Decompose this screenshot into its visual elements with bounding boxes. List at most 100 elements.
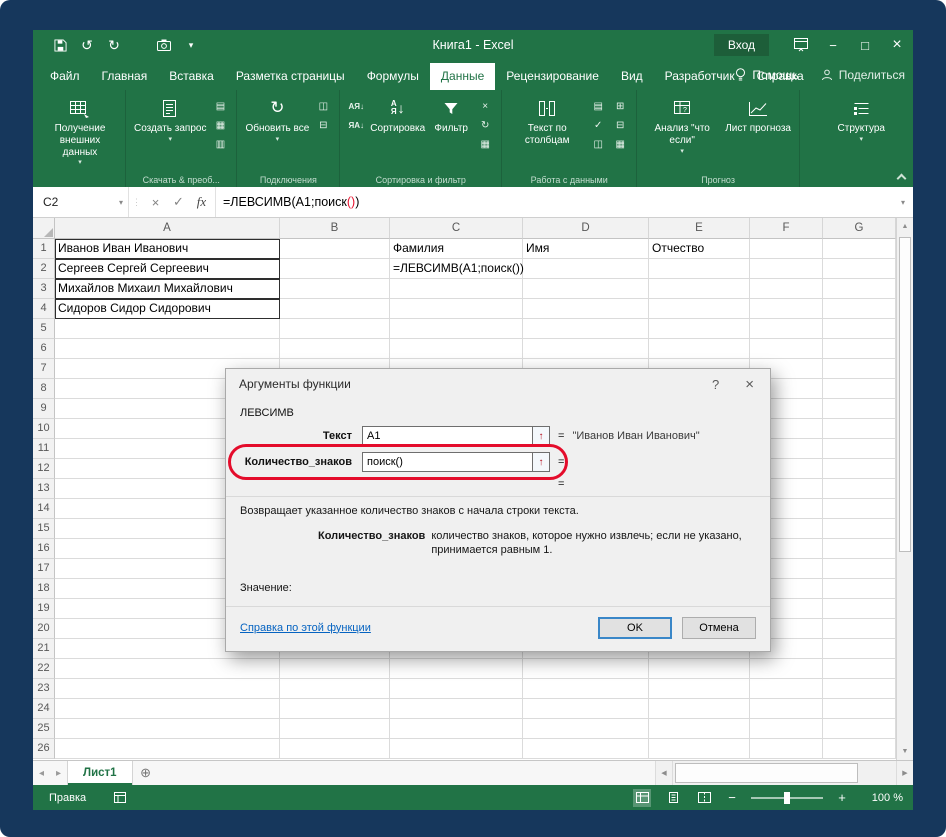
cell-F4[interactable] (750, 299, 823, 319)
insert-function-button[interactable]: fx (190, 194, 213, 210)
formula-input[interactable]: =ЛЕВСИМВ(A1;поиск()) (216, 187, 893, 217)
get-external-data-button[interactable]: Получение внешних данных ▾ (40, 93, 120, 168)
tab-data[interactable]: Данные (429, 63, 496, 90)
cell-C3[interactable] (390, 279, 523, 299)
zoom-in-button[interactable]: + (836, 790, 848, 805)
cell-A3[interactable]: Михайлов Михаил Михайлович (55, 279, 280, 299)
row-header-21[interactable]: 21 (33, 639, 55, 659)
row-header-19[interactable]: 19 (33, 599, 55, 619)
filter-button[interactable]: Фильтр (428, 93, 474, 135)
cell-G21[interactable] (823, 639, 896, 659)
sort-az-button[interactable]: АЯ↓ (347, 99, 365, 114)
text-to-columns-button[interactable]: Текст по столбцам (507, 93, 587, 147)
column-header-G[interactable]: G (823, 218, 896, 239)
sort-button[interactable]: АЯ ↓ Сортировка (367, 93, 428, 135)
row-header-24[interactable]: 24 (33, 699, 55, 719)
cell-G10[interactable] (823, 419, 896, 439)
num-chars-field-input[interactable] (362, 452, 550, 472)
show-queries-button[interactable]: ▤ (211, 99, 229, 114)
cell-A5[interactable] (55, 319, 280, 339)
cell-A24[interactable] (55, 699, 280, 719)
row-header-15[interactable]: 15 (33, 519, 55, 539)
cell-B2[interactable] (280, 259, 390, 279)
tab-view[interactable]: Вид (610, 63, 654, 90)
row-header-13[interactable]: 13 (33, 479, 55, 499)
cell-G4[interactable] (823, 299, 896, 319)
cell-E5[interactable] (649, 319, 750, 339)
scroll-left-button[interactable]: ◀ (655, 761, 672, 785)
cell-A6[interactable] (55, 339, 280, 359)
vertical-scroll-track[interactable] (897, 235, 913, 743)
text-field-input[interactable] (362, 426, 550, 446)
cell-G23[interactable] (823, 679, 896, 699)
function-help-link[interactable]: Справка по этой функции (240, 622, 371, 634)
column-header-F[interactable]: F (750, 218, 823, 239)
cell-C5[interactable] (390, 319, 523, 339)
minimize-button[interactable]: − (817, 30, 849, 60)
cell-E25[interactable] (649, 719, 750, 739)
cell-G17[interactable] (823, 559, 896, 579)
cell-C1[interactable]: Фамилия (390, 239, 523, 259)
redo-button[interactable]: ↻ (107, 37, 121, 53)
cell-G13[interactable] (823, 479, 896, 499)
cell-B25[interactable] (280, 719, 390, 739)
page-layout-view-button[interactable] (664, 789, 682, 807)
row-header-5[interactable]: 5 (33, 319, 55, 339)
horizontal-scrollbar[interactable]: ◀ ▶ (655, 761, 913, 785)
cell-G19[interactable] (823, 599, 896, 619)
cell-F1[interactable] (750, 239, 823, 259)
row-header-12[interactable]: 12 (33, 459, 55, 479)
vertical-scroll-thumb[interactable] (899, 237, 911, 552)
zoom-out-button[interactable]: − (726, 790, 738, 805)
cell-C26[interactable] (390, 739, 523, 759)
row-header-14[interactable]: 14 (33, 499, 55, 519)
ok-button[interactable]: OK (598, 616, 672, 639)
previous-sheet-button[interactable]: ◂ (33, 761, 50, 785)
cell-G12[interactable] (823, 459, 896, 479)
advanced-filter-button[interactable]: ▦ (476, 137, 494, 152)
name-box-caret-icon[interactable]: ▾ (119, 198, 123, 207)
cell-B22[interactable] (280, 659, 390, 679)
refresh-all-button[interactable]: ↻ Обновить все ▾ (242, 93, 312, 144)
cell-E2[interactable] (649, 259, 750, 279)
tab-page-layout[interactable]: Разметка страницы (225, 63, 356, 90)
tab-review[interactable]: Рецензирование (495, 63, 610, 90)
qat-customize-button[interactable]: ▾ (184, 37, 198, 53)
cell-G22[interactable] (823, 659, 896, 679)
row-header-2[interactable]: 2 (33, 259, 55, 279)
cell-A4[interactable]: Сидоров Сидор Сидорович (55, 299, 280, 319)
cell-G2[interactable] (823, 259, 896, 279)
cell-D26[interactable] (523, 739, 649, 759)
page-break-view-button[interactable] (695, 789, 713, 807)
row-header-7[interactable]: 7 (33, 359, 55, 379)
maximize-button[interactable]: □ (849, 30, 881, 60)
cell-D4[interactable] (523, 299, 649, 319)
cell-G26[interactable] (823, 739, 896, 759)
horizontal-scroll-track[interactable] (672, 761, 896, 785)
remove-duplicates-button[interactable]: ✓ (589, 118, 607, 133)
cell-E4[interactable] (649, 299, 750, 319)
macro-record-button[interactable] (114, 792, 127, 803)
cell-E6[interactable] (649, 339, 750, 359)
cell-G18[interactable] (823, 579, 896, 599)
cell-C22[interactable] (390, 659, 523, 679)
cell-C24[interactable] (390, 699, 523, 719)
camera-button[interactable] (157, 37, 171, 53)
cell-F6[interactable] (750, 339, 823, 359)
recent-sources-button[interactable]: ▥ (211, 137, 229, 152)
cell-D24[interactable] (523, 699, 649, 719)
cell-C2[interactable]: =ЛЕВСИМВ(A1;поиск()) (390, 259, 524, 279)
formula-bar-grip[interactable]: ⋮ (129, 187, 144, 217)
relationships-button[interactable]: ⊟ (611, 118, 629, 133)
column-header-A[interactable]: A (55, 218, 280, 239)
row-header-1[interactable]: 1 (33, 239, 55, 259)
undo-button[interactable]: ↺ (80, 37, 94, 53)
range-select-icon[interactable]: ↑ (532, 427, 549, 445)
cell-A1[interactable]: Иванов Иван Иванович (55, 239, 280, 259)
cell-C6[interactable] (390, 339, 523, 359)
flash-fill-button[interactable]: ▤ (589, 99, 607, 114)
zoom-slider-handle[interactable] (784, 791, 790, 804)
cell-C4[interactable] (390, 299, 523, 319)
cell-E3[interactable] (649, 279, 750, 299)
cell-D3[interactable] (523, 279, 649, 299)
